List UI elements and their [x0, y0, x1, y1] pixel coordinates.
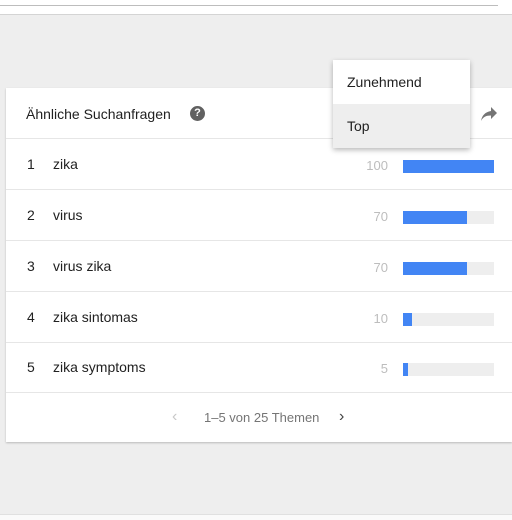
row-bar-fill	[403, 211, 467, 224]
row-rank: 5	[27, 359, 35, 375]
row-term[interactable]: virus zika	[53, 258, 111, 274]
row-rank: 2	[27, 207, 35, 223]
row-value: 100	[366, 158, 388, 173]
table-row[interactable]: 4 zika sintomas 10	[6, 292, 512, 343]
row-term[interactable]: zika	[53, 156, 78, 172]
card-title: Ähnliche Suchanfragen	[26, 106, 171, 122]
sort-dropdown-menu: Zunehmend Top	[333, 60, 470, 148]
row-bar-fill	[403, 363, 408, 376]
row-bar-track	[403, 262, 494, 275]
chevron-left-icon[interactable]: ‹	[172, 408, 177, 426]
row-bar-track	[403, 211, 494, 224]
pagination: ‹ 1–5 von 25 Themen ›	[6, 393, 512, 442]
row-rank: 4	[27, 309, 35, 325]
row-bar-track	[403, 160, 494, 173]
row-value: 5	[380, 361, 388, 376]
row-bar-track	[403, 363, 494, 376]
row-bar-fill	[403, 160, 494, 173]
menu-item-top[interactable]: Top	[333, 104, 470, 148]
table-row[interactable]: 5 zika symptoms 5	[6, 342, 512, 393]
row-term[interactable]: zika sintomas	[53, 309, 138, 325]
row-bar-fill	[403, 313, 413, 326]
menu-item-zunehmend[interactable]: Zunehmend	[333, 60, 470, 104]
bottom-strip	[0, 514, 512, 520]
row-bar-fill	[403, 262, 467, 275]
row-value: 10	[373, 311, 388, 326]
row-value: 70	[373, 260, 388, 275]
pagination-label: 1–5 von 25 Themen	[204, 410, 320, 425]
row-rank: 1	[27, 156, 35, 172]
row-value: 70	[373, 209, 388, 224]
table-row[interactable]: 2 virus 70	[6, 190, 512, 241]
row-term[interactable]: virus	[53, 207, 83, 223]
share-icon[interactable]	[480, 106, 498, 122]
row-bar-track	[403, 313, 494, 326]
chevron-right-icon[interactable]: ›	[339, 408, 344, 426]
top-divider	[0, 5, 498, 6]
table-row[interactable]: 3 virus zika 70	[6, 241, 512, 292]
row-term[interactable]: zika symptoms	[53, 359, 146, 375]
help-icon[interactable]: ?	[190, 106, 205, 121]
top-strip	[0, 0, 512, 15]
row-rank: 3	[27, 258, 35, 274]
